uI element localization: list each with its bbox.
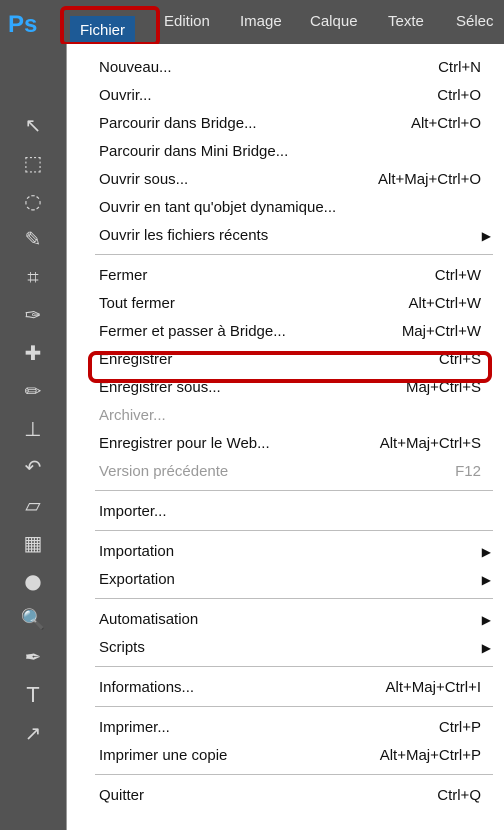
menu-item-label: Parcourir dans Bridge... [99, 115, 257, 132]
menu-item-shortcut: Alt+Maj+Ctrl+S [379, 435, 481, 452]
submenu-arrow-icon: ▶ [481, 613, 491, 627]
menu-item-label: Fermer et passer à Bridge... [99, 323, 286, 340]
menu-item-label: Importer... [99, 503, 167, 520]
marquee-icon[interactable]: ⬚ [18, 148, 48, 178]
menu-item-fermer-et-passer-à-bridge[interactable]: Fermer et passer à Bridge... Maj+Ctrl+W [67, 318, 493, 346]
quick-selection-icon[interactable]: ✎ [18, 224, 48, 254]
menu-item-enregistrer-pour-le-web[interactable]: Enregistrer pour le Web... Alt+Maj+Ctrl+S [67, 430, 493, 458]
menu-item-label: Fermer [99, 267, 148, 284]
menu-item-shortcut: Ctrl+P [438, 719, 481, 736]
menu-item-label: Imprimer une copie [99, 747, 228, 764]
menu-item-shortcut: Alt+Ctrl+W [408, 295, 481, 312]
menu-item-shortcut: Maj+Ctrl+W [401, 323, 481, 340]
menu-texte[interactable]: Texte [388, 0, 424, 44]
menu-item-shortcut: Ctrl+N [438, 59, 481, 76]
menu-item-ouvrir-sous[interactable]: Ouvrir sous... Alt+Maj+Ctrl+O [67, 166, 493, 194]
menu-separator [95, 530, 493, 531]
eraser-icon[interactable]: ▱ [18, 490, 48, 520]
menu-item-tout-fermer[interactable]: Tout fermer Alt+Ctrl+W [67, 290, 493, 318]
menu-separator [95, 598, 493, 599]
menu-item-ouvrir[interactable]: Ouvrir... Ctrl+O [67, 82, 493, 110]
menu-item-label: Informations... [99, 679, 195, 696]
menubar: Ps Fichier Edition Image Calque Texte Sé… [0, 0, 504, 46]
blur-icon[interactable]: ● [18, 566, 48, 596]
menu-item-label: Exportation [99, 571, 175, 588]
menu-item-label: Parcourir dans Mini Bridge... [99, 143, 289, 160]
menu-item-importer[interactable]: Importer... [67, 498, 493, 526]
menu-item-informations[interactable]: Informations... Alt+Maj+Ctrl+I [67, 674, 493, 702]
menu-item-imprimer[interactable]: Imprimer... Ctrl+P [67, 714, 493, 742]
menu-item-shortcut: Alt+Maj+Ctrl+P [379, 747, 481, 764]
menu-item-version-précédente: Version précédente F12 [67, 458, 493, 486]
menu-item-label: Ouvrir sous... [99, 171, 189, 188]
submenu-arrow-icon: ▶ [481, 229, 491, 243]
dodge-icon[interactable]: 🔍 [18, 604, 48, 634]
menu-item-importation[interactable]: Importation ▶ [67, 538, 493, 566]
menu-item-label: Importation [99, 543, 175, 560]
menu-item-fermer[interactable]: Fermer Ctrl+W [67, 262, 493, 290]
lasso-icon[interactable]: ◌ [18, 186, 48, 216]
submenu-arrow-icon: ▶ [481, 545, 491, 559]
menu-edition[interactable]: Edition [164, 0, 210, 44]
menu-item-archiver: Archiver... [67, 402, 493, 430]
menu-item-label: Tout fermer [99, 295, 175, 312]
menu-separator [95, 490, 493, 491]
gradient-icon[interactable]: ▦ [18, 528, 48, 558]
menu-item-label: Ouvrir les fichiers récents [99, 227, 269, 244]
menu-item-parcourir-dans-bridge[interactable]: Parcourir dans Bridge... Alt+Ctrl+O [67, 110, 493, 138]
photoshop-logo: Ps [8, 11, 38, 38]
menu-item-shortcut: Ctrl+O [437, 87, 481, 104]
tools-panel: ↖ ⬚ ◌ ✎ ⌗ ✑ ✚ ✏ ⊥ ↶ ▱ ▦ ● 🔍 ✒ T ↗ [0, 44, 66, 830]
menu-item-label: Scripts [99, 639, 145, 656]
menu-separator [95, 666, 493, 667]
menu-item-shortcut: Alt+Maj+Ctrl+O [378, 171, 481, 188]
type-icon[interactable]: T [18, 680, 48, 710]
menu-item-shortcut: Alt+Maj+Ctrl+I [385, 679, 481, 696]
menu-item-shortcut: F12 [455, 463, 481, 480]
menu-item-label: Enregistrer pour le Web... [99, 435, 270, 452]
brush-icon[interactable]: ✏ [18, 376, 48, 406]
menu-item-scripts[interactable]: Scripts ▶ [67, 634, 493, 662]
menu-item-ouvrir-les-fichiers-récents[interactable]: Ouvrir les fichiers récents ▶ [67, 222, 493, 250]
menu-item-shortcut: Alt+Ctrl+O [410, 115, 481, 132]
menu-item-label: Nouveau... [99, 59, 172, 76]
submenu-arrow-icon: ▶ [481, 573, 491, 587]
menu-item-label: Imprimer... [99, 719, 170, 736]
crop-icon[interactable]: ⌗ [18, 262, 48, 292]
menu-item-automatisation[interactable]: Automatisation ▶ [67, 606, 493, 634]
menu-separator [95, 254, 493, 255]
move-icon[interactable]: ↖ [18, 110, 48, 140]
menu-item-parcourir-dans-mini-bridge[interactable]: Parcourir dans Mini Bridge... [67, 138, 493, 166]
menu-item-shortcut: Ctrl+W [434, 267, 481, 284]
menu-item-shortcut: Ctrl+Q [437, 787, 481, 804]
menu-image[interactable]: Image [240, 0, 282, 44]
menu-item-label: Version précédente [99, 463, 229, 480]
menu-item-imprimer-une-copie[interactable]: Imprimer une copie Alt+Maj+Ctrl+P [67, 742, 493, 770]
healing-brush-icon[interactable]: ✚ [18, 338, 48, 368]
clone-stamp-icon[interactable]: ⊥ [18, 414, 48, 444]
menu-item-ouvrir-en-tant-qu-objet-dynamique[interactable]: Ouvrir en tant qu'objet dynamique... [67, 194, 493, 222]
menu-item-exportation[interactable]: Exportation ▶ [67, 566, 493, 594]
menu-item-label: Automatisation [99, 611, 199, 628]
enregistrer-sous-annotation-outline [88, 351, 492, 383]
menu-item-label: Archiver... [99, 407, 166, 424]
path-selection-icon[interactable]: ↗ [18, 718, 48, 748]
menu-item-label: Quitter [99, 787, 145, 804]
menu-separator [95, 774, 493, 775]
menu-item-quitter[interactable]: Quitter Ctrl+Q [67, 782, 493, 810]
fichier-dropdown-menu: Nouveau... Ctrl+N Ouvrir... Ctrl+O Parcourir… [66, 44, 504, 830]
pen-icon[interactable]: ✒ [18, 642, 48, 672]
history-brush-icon[interactable]: ↶ [18, 452, 48, 482]
fichier-annotation-outline [60, 6, 160, 46]
menu-item-nouveau[interactable]: Nouveau... Ctrl+N [67, 54, 493, 82]
menu-separator [95, 706, 493, 707]
eyedropper-icon[interactable]: ✑ [18, 300, 48, 330]
menu-item-label: Ouvrir... [99, 87, 152, 104]
menu-selection[interactable]: Sélec [456, 0, 494, 44]
submenu-arrow-icon: ▶ [481, 641, 491, 655]
menu-calque[interactable]: Calque [310, 0, 358, 44]
menu-item-label: Ouvrir en tant qu'objet dynamique... [99, 199, 337, 216]
